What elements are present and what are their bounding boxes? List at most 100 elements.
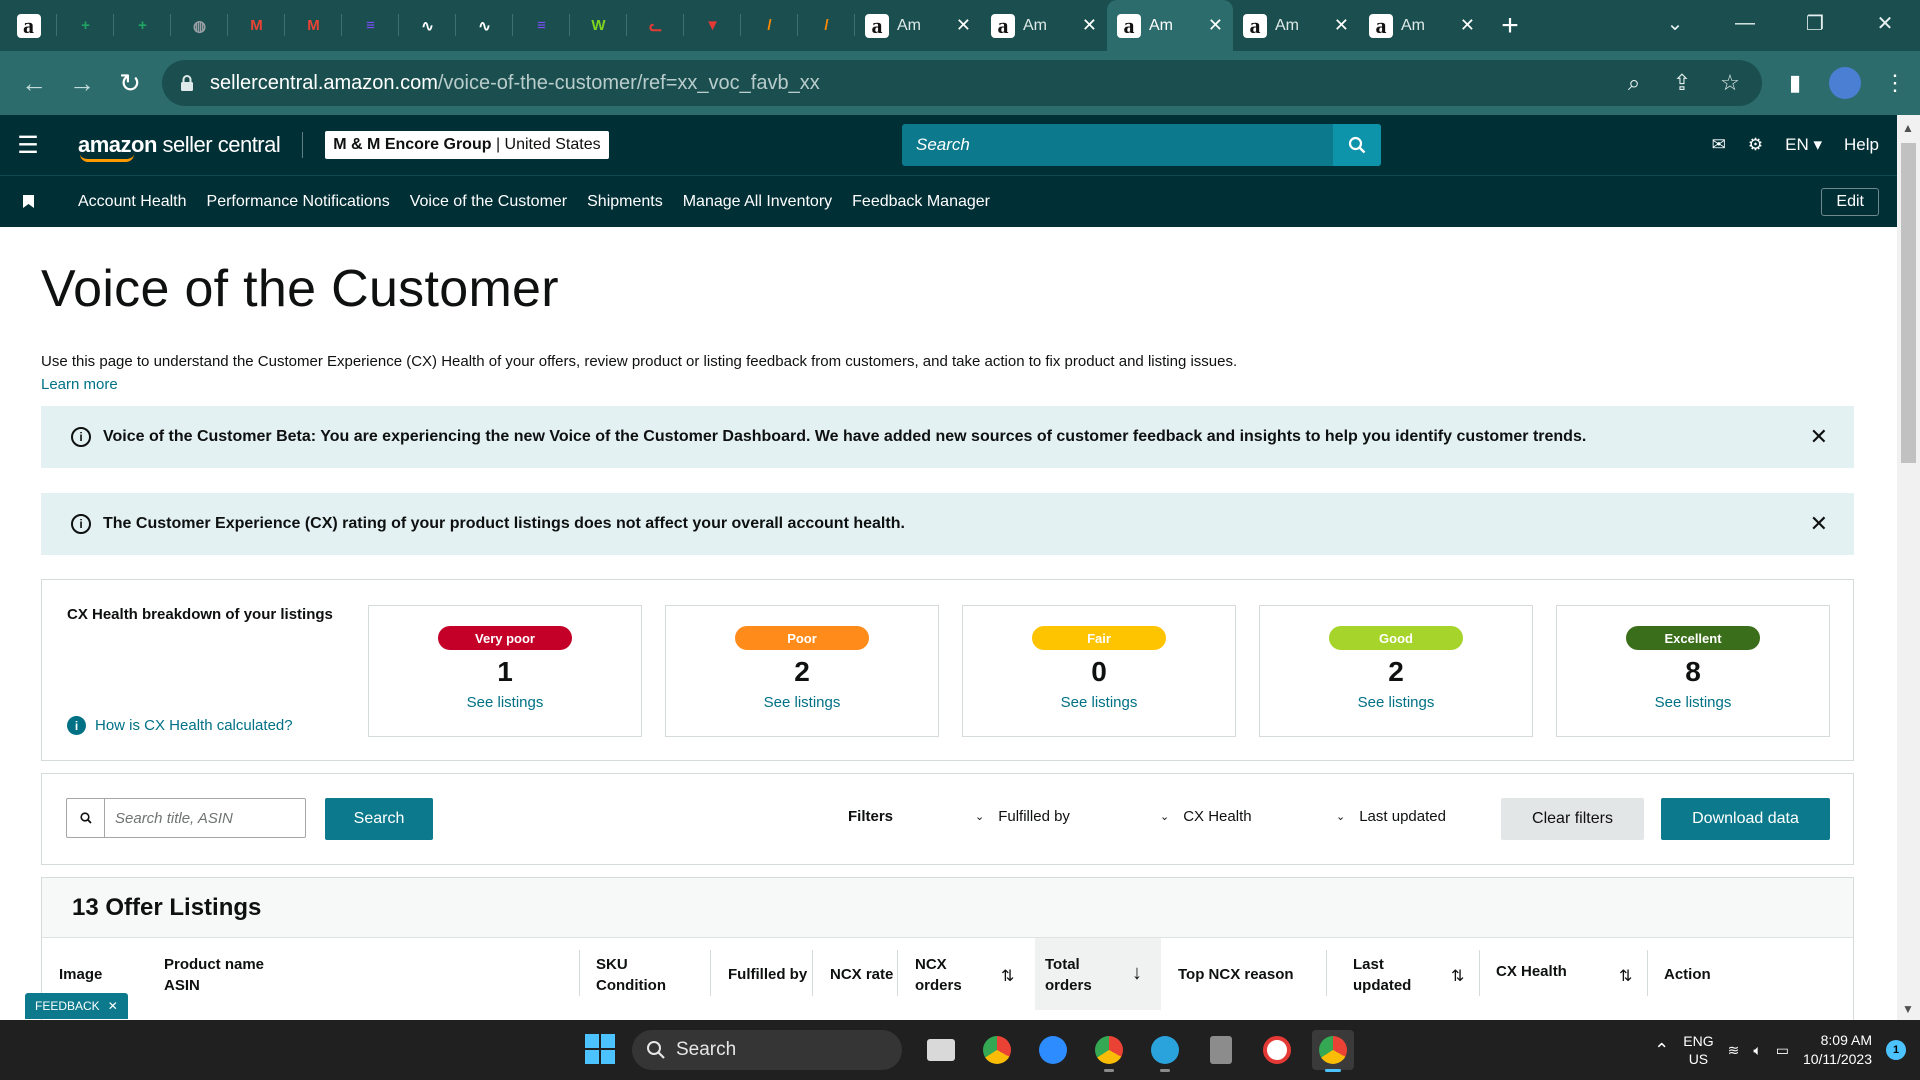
scroll-down-icon[interactable]: ▼ [1902,1002,1914,1016]
telegram-icon[interactable] [1144,1030,1186,1072]
calculator-icon[interactable] [1200,1030,1242,1070]
search-button[interactable]: Search [325,798,433,840]
language-selector[interactable]: EN ▾ [1785,135,1822,155]
bookmark-item[interactable]: Feedback Manager [842,193,1000,211]
browser-tab[interactable]: ∿ [456,0,513,51]
bookmark-item[interactable]: Manage All Inventory [673,193,842,211]
browser-tab[interactable]: / [741,0,798,51]
bookmark-star-icon[interactable]: ☆ [1708,61,1752,105]
chrome-icon[interactable] [976,1030,1018,1070]
close-tab-icon[interactable]: ✕ [1334,15,1349,36]
browser-tab[interactable]: ≡ [513,0,570,51]
browser-tab[interactable]: ∿ [399,0,456,51]
seller-search-input[interactable]: Search [902,135,1333,155]
browser-tab[interactable]: M [285,0,342,51]
browser-tab[interactable]: ≡ [342,0,399,51]
share-icon[interactable]: ⇪ [1660,61,1704,105]
scroll-up-icon[interactable]: ▲ [1902,121,1914,135]
scrollbar-thumb[interactable] [1901,143,1916,463]
file-explorer-icon[interactable] [920,1030,962,1070]
battery-icon[interactable]: ▭ [1776,1042,1789,1059]
see-listings-link[interactable]: See listings [1358,694,1435,711]
browser-tab[interactable]: a [0,0,57,51]
close-tab-icon[interactable]: ✕ [956,15,971,36]
sort-descending-icon[interactable]: ↓ [1132,962,1142,985]
chrome-active-icon[interactable] [1312,1030,1354,1072]
gear-icon[interactable]: ⚙ [1748,135,1763,155]
cx-health-dropdown[interactable]: ⌄ CX Health [1160,808,1252,825]
wifi-icon[interactable]: ≋ [1728,1042,1740,1059]
sort-icon[interactable]: ⇅ [1001,966,1014,986]
clock[interactable]: 8:09 AM 10/11/2023 [1803,1031,1872,1069]
chevron-up-icon[interactable]: ⌃ [1654,1040,1669,1061]
browser-tab[interactable]: a Am ✕ [855,0,981,51]
bookmark-item[interactable]: Performance Notifications [197,193,400,211]
tab-search-icon[interactable]: ⌄ [1640,0,1710,46]
zoom-icon[interactable]: ⌕ [1612,61,1656,105]
close-icon[interactable]: ✕ [1810,511,1828,537]
search-icon[interactable] [1333,124,1381,166]
back-icon[interactable]: ← [10,59,58,107]
cx-health-help-link[interactable]: i How is CX Health calculated? [67,716,293,735]
listing-search-input[interactable]: Search title, ASIN [66,798,306,838]
zoom-icon[interactable] [1032,1030,1074,1070]
account-switcher[interactable]: M & M Encore Group | United States [325,131,609,159]
chrome-profile-icon[interactable] [1088,1030,1130,1072]
browser-tab[interactable]: ▼ [684,0,741,51]
profile-avatar[interactable] [1829,67,1861,99]
feedback-tab[interactable]: FEEDBACK ✕ [25,993,128,1019]
reload-icon[interactable]: ↻ [106,59,154,107]
fulfilled-by-dropdown[interactable]: ⌄ Fulfilled by [975,808,1070,825]
sort-icon[interactable]: ⇅ [1619,966,1632,986]
clear-filters-button[interactable]: Clear filters [1501,798,1644,840]
see-listings-link[interactable]: See listings [467,694,544,711]
col-last-updated[interactable]: Last updated [1353,954,1411,996]
minimize-icon[interactable]: — [1710,0,1780,46]
close-icon[interactable]: ✕ [108,999,118,1013]
bookmark-item[interactable]: Account Health [68,193,197,211]
browser-tab[interactable]: + [57,0,114,51]
sort-icon[interactable]: ⇅ [1451,966,1464,986]
browser-tab[interactable]: M [228,0,285,51]
col-ncx-orders[interactable]: NCX orders [915,954,962,996]
col-product-name[interactable]: Product name ASIN [164,954,264,996]
close-window-icon[interactable]: ✕ [1850,0,1920,46]
tasks-app-icon[interactable] [1256,1030,1298,1070]
browser-tab[interactable]: a Am ✕ [1359,0,1485,51]
browser-menu-icon[interactable]: ⋮ [1870,58,1920,108]
see-listings-link[interactable]: See listings [1061,694,1138,711]
see-listings-link[interactable]: See listings [1655,694,1732,711]
see-listings-link[interactable]: See listings [764,694,841,711]
browser-tab[interactable]: W [570,0,627,51]
volume-icon[interactable]: 🔈︎ [1753,1042,1761,1059]
help-link[interactable]: Help [1844,135,1879,155]
browser-tab[interactable]: a Am ✕ [981,0,1107,51]
notification-badge[interactable]: 1 [1886,1040,1906,1060]
hamburger-menu-icon[interactable]: ☰ [0,131,56,160]
col-sku[interactable]: SKU Condition [596,954,666,996]
close-tab-icon[interactable]: ✕ [1460,15,1475,36]
address-bar[interactable]: sellercentral.amazon.com/voice-of-the-cu… [162,60,1762,106]
close-icon[interactable]: ✕ [1810,424,1828,450]
close-tab-icon[interactable]: ✕ [1082,15,1097,36]
seller-central-logo[interactable]: amazon seller central [78,132,281,162]
browser-tab[interactable]: + [114,0,171,51]
browser-tab-active[interactable]: a Am ✕ [1107,0,1233,51]
bookmark-item[interactable]: Shipments [577,193,673,211]
restore-icon[interactable]: ❐ [1780,0,1850,46]
learn-more-link[interactable]: Learn more [41,376,118,393]
mail-icon[interactable]: ✉ [1712,135,1726,155]
bookmark-item[interactable]: Voice of the Customer [400,193,577,211]
windows-start-icon[interactable] [585,1034,615,1064]
new-tab-icon[interactable]: + [1485,0,1535,51]
page-scrollbar[interactable]: ▲ ▼ [1897,115,1920,1020]
forward-icon[interactable]: → [58,59,106,107]
close-tab-icon[interactable]: ✕ [1208,15,1223,36]
browser-tab[interactable]: ᓚ [627,0,684,51]
seller-search[interactable]: Search [902,124,1381,166]
browser-tab[interactable]: a Am ✕ [1233,0,1359,51]
browser-tab[interactable]: / [798,0,855,51]
last-updated-dropdown[interactable]: ⌄ Last updated [1336,808,1446,825]
col-total-orders[interactable]: Total orders [1045,954,1092,996]
side-panel-icon[interactable]: ▮ [1770,58,1820,108]
